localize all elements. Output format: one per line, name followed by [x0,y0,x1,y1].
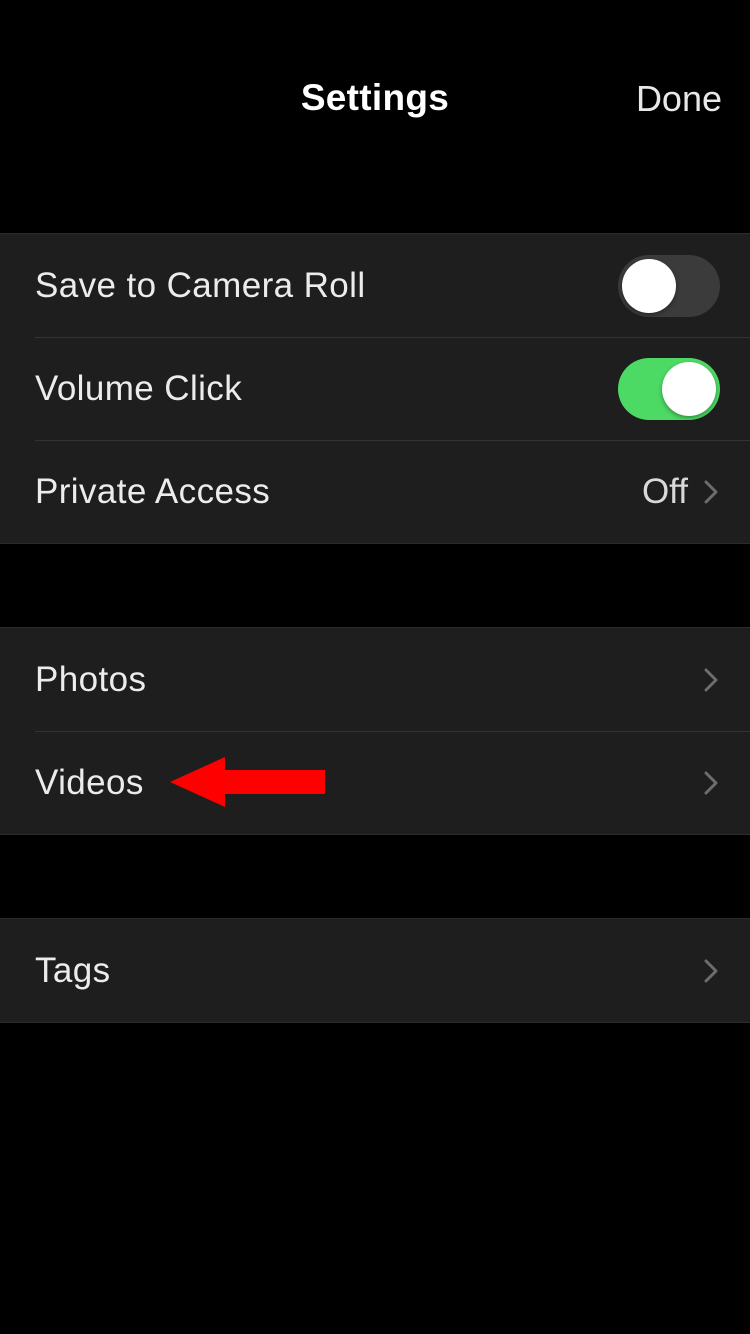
row-label: Private Access [35,472,270,512]
row-private-access[interactable]: Private Access Off [0,440,750,543]
page-title: Settings [301,77,449,119]
toggle-save-camera-roll[interactable] [618,255,720,317]
row-right [698,665,720,695]
row-right: Off [642,472,720,512]
chevron-right-icon [702,477,720,507]
toggle-knob [622,259,676,313]
row-label: Videos [35,763,144,803]
chevron-right-icon [702,665,720,695]
done-button[interactable]: Done [636,78,722,120]
toggle-knob [662,362,716,416]
row-label: Tags [35,951,111,991]
settings-group-general: Save to Camera Roll Volume Click Private… [0,233,750,544]
row-label: Save to Camera Roll [35,266,366,306]
settings-group-tags: Tags [0,918,750,1023]
row-tags[interactable]: Tags [0,919,750,1022]
navbar: Settings Done [0,0,750,150]
chevron-right-icon [702,956,720,986]
row-label: Volume Click [35,369,242,409]
toggle-volume-click[interactable] [618,358,720,420]
row-right [698,956,720,986]
chevron-right-icon [702,768,720,798]
row-save-camera-roll[interactable]: Save to Camera Roll [0,234,750,337]
row-label: Photos [35,660,146,700]
row-right [698,768,720,798]
row-videos[interactable]: Videos [0,731,750,834]
private-access-value: Off [642,472,688,512]
settings-group-media: Photos Videos [0,627,750,835]
row-photos[interactable]: Photos [0,628,750,731]
row-volume-click[interactable]: Volume Click [0,337,750,440]
